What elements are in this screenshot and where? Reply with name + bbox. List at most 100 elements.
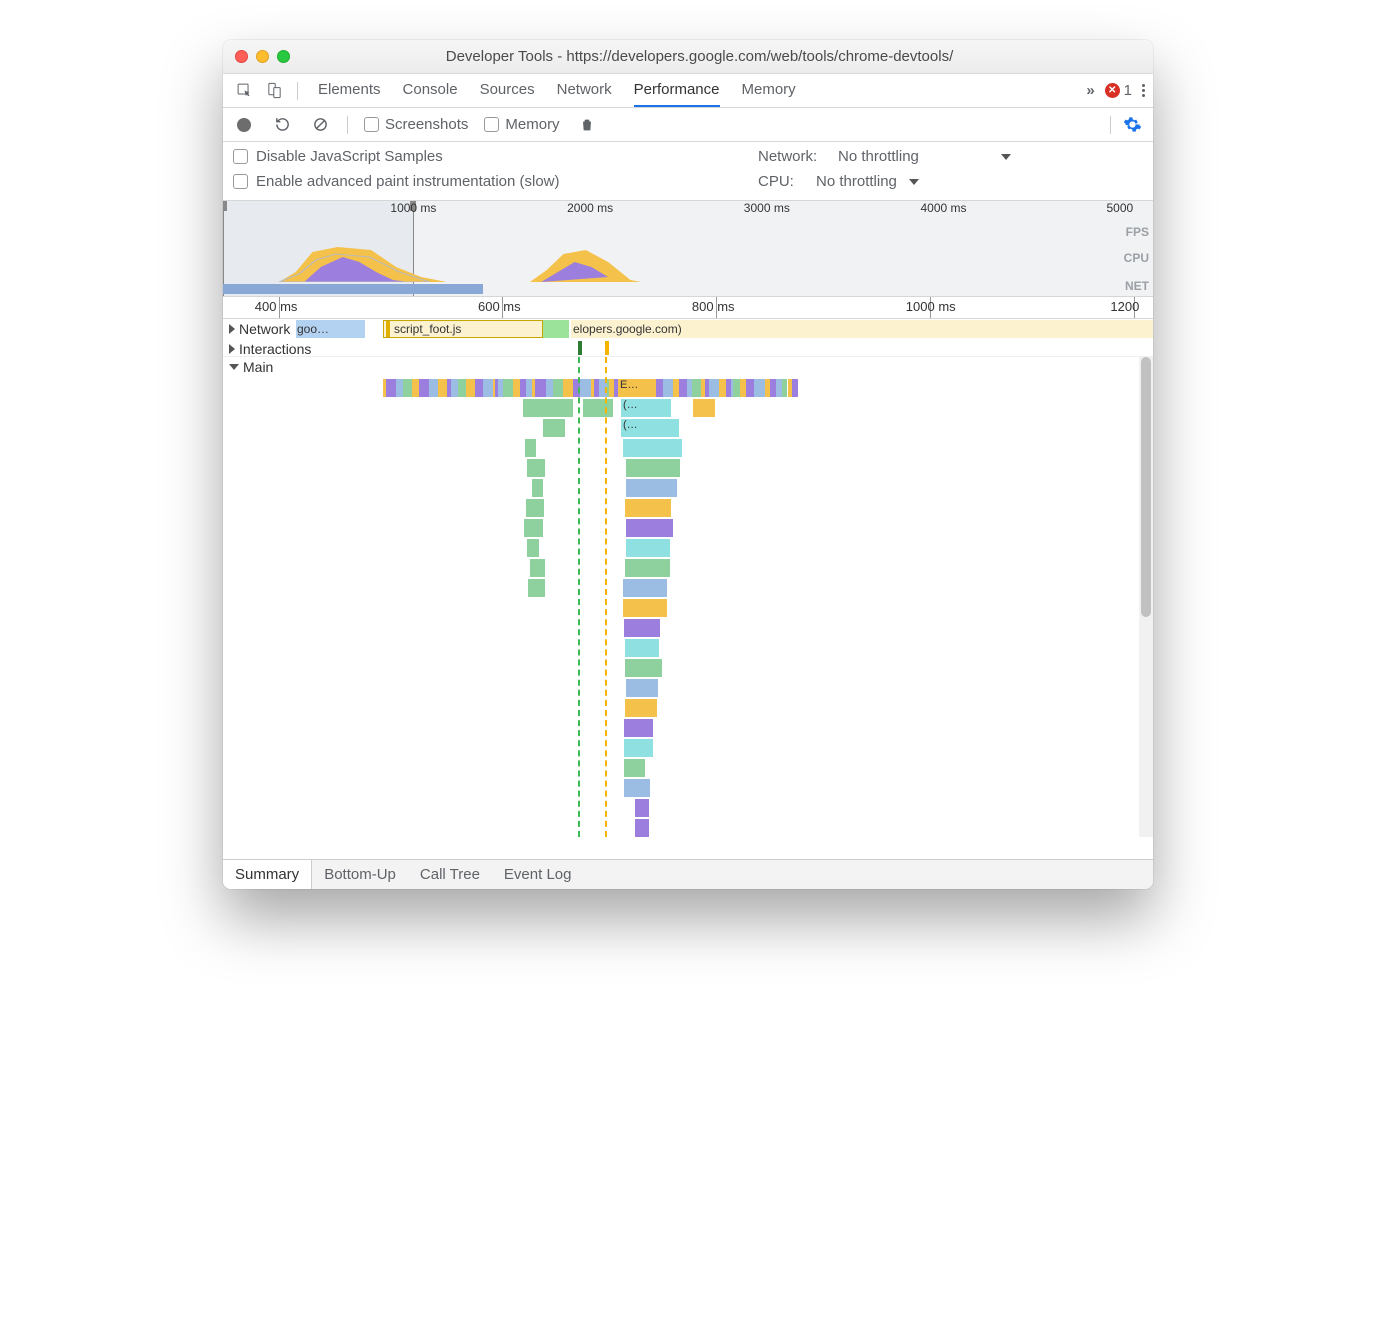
flame-bar[interactable]	[412, 379, 419, 397]
advanced-paint-checkbox[interactable]: Enable advanced paint instrumentation (s…	[233, 173, 678, 190]
detail-time-ruler[interactable]: 400 ms600 ms800 ms1000 ms1200	[223, 297, 1153, 319]
flame-bar[interactable]	[746, 379, 754, 397]
network-throttle-dropdown[interactable]: No throttling	[838, 148, 1011, 165]
overview-timeline[interactable]: 1000 ms2000 ms3000 ms4000 ms5000 FPS CPU…	[223, 201, 1153, 297]
flame-bar[interactable]	[451, 379, 458, 397]
main-menu-icon[interactable]	[1142, 84, 1145, 97]
flame-bar[interactable]	[635, 819, 649, 837]
flame-bar[interactable]	[543, 419, 565, 437]
flame-bar[interactable]	[692, 379, 701, 397]
flame-bar[interactable]	[553, 379, 563, 397]
expand-interactions-icon[interactable]	[229, 344, 235, 354]
gc-button[interactable]	[576, 114, 598, 136]
expand-network-icon[interactable]	[229, 324, 235, 334]
flame-bar[interactable]: (…	[621, 419, 679, 437]
flame-bar[interactable]	[733, 379, 740, 397]
flame-bar[interactable]	[525, 439, 536, 457]
flame-bar[interactable]	[792, 379, 798, 397]
flame-bar[interactable]	[625, 559, 670, 577]
network-track[interactable]: Network goo… script_foot.js elopers.goog…	[223, 319, 1153, 339]
flame-bar[interactable]	[546, 379, 553, 397]
tab-performance[interactable]: Performance	[634, 74, 720, 107]
flame-bar[interactable]	[483, 379, 492, 397]
flame-bar[interactable]	[693, 399, 715, 417]
flame-bar[interactable]	[624, 759, 645, 777]
flame-bar[interactable]: (…	[621, 399, 671, 417]
tab-elements[interactable]: Elements	[318, 74, 381, 107]
flame-bar[interactable]	[503, 379, 513, 397]
close-window-button[interactable]	[235, 50, 248, 63]
flame-bar[interactable]	[535, 379, 545, 397]
flame-bar[interactable]	[625, 499, 671, 517]
tab-memory[interactable]: Memory	[742, 74, 796, 107]
flame-bar[interactable]	[513, 379, 520, 397]
flame-bar[interactable]	[386, 379, 396, 397]
flame-bar[interactable]: E…	[618, 379, 654, 397]
flame-bar[interactable]	[403, 379, 411, 397]
flame-bar[interactable]	[466, 379, 475, 397]
tab-event-log[interactable]: Event Log	[492, 860, 584, 889]
flame-bar[interactable]	[624, 619, 660, 637]
tab-console[interactable]: Console	[403, 74, 458, 107]
inspect-element-icon[interactable]	[231, 78, 257, 104]
flame-bar[interactable]	[626, 459, 680, 477]
flame-bar[interactable]	[458, 379, 466, 397]
flame-bar[interactable]	[624, 779, 650, 797]
flame-bar[interactable]	[527, 539, 539, 557]
flame-bar[interactable]	[635, 799, 649, 817]
flame-bar[interactable]	[523, 399, 573, 417]
error-counter[interactable]: ✕1	[1105, 82, 1132, 99]
network-request-block[interactable]: script_foot.js	[383, 320, 543, 338]
flamechart-panel[interactable]: Network goo… script_foot.js elopers.goog…	[223, 319, 1153, 859]
tab-bottom-up[interactable]: Bottom-Up	[312, 860, 408, 889]
cpu-throttle-dropdown[interactable]: No throttling	[816, 173, 919, 190]
tab-sources[interactable]: Sources	[480, 74, 535, 107]
flame-bar[interactable]	[526, 499, 545, 517]
flame-bar[interactable]	[624, 719, 653, 737]
flame-bar[interactable]	[583, 399, 613, 417]
flame-bar[interactable]	[580, 379, 590, 397]
flame-bar[interactable]	[625, 639, 659, 657]
flame-bar[interactable]	[754, 379, 765, 397]
tab-call-tree[interactable]: Call Tree	[408, 860, 492, 889]
flame-bar[interactable]	[656, 379, 663, 397]
screenshots-checkbox[interactable]: Screenshots	[364, 116, 468, 133]
main-thread-track[interactable]: Main E…(…(…	[223, 357, 1153, 837]
reload-record-button[interactable]	[271, 114, 293, 136]
device-toggle-icon[interactable]	[261, 78, 287, 104]
tab-summary[interactable]: Summary	[223, 860, 312, 889]
flame-bar[interactable]	[528, 579, 544, 597]
flame-bar[interactable]	[679, 379, 687, 397]
disable-js-samples-checkbox[interactable]: Disable JavaScript Samples	[233, 148, 678, 165]
flame-bar[interactable]	[719, 379, 726, 397]
flame-bar[interactable]	[624, 739, 653, 757]
flame-bar[interactable]	[530, 559, 545, 577]
flame-bar[interactable]	[520, 379, 527, 397]
memory-checkbox[interactable]: Memory	[484, 116, 559, 133]
clear-button[interactable]	[309, 114, 331, 136]
flame-bar[interactable]	[709, 379, 719, 397]
flame-bar[interactable]	[429, 379, 438, 397]
overflow-tabs-icon[interactable]: »	[1086, 82, 1094, 99]
zoom-window-button[interactable]	[277, 50, 290, 63]
vertical-scrollbar[interactable]	[1139, 357, 1153, 837]
flame-bar[interactable]	[626, 539, 670, 557]
network-request-block[interactable]: elopers.google.com)	[571, 320, 1153, 338]
record-button[interactable]	[233, 114, 255, 136]
flame-bar[interactable]	[623, 579, 667, 597]
network-request-block[interactable]: goo…	[295, 320, 365, 338]
tab-network[interactable]: Network	[557, 74, 612, 107]
flame-bar[interactable]	[475, 379, 483, 397]
flame-bar[interactable]	[524, 519, 544, 537]
flame-bar[interactable]	[626, 679, 658, 697]
capture-settings-icon[interactable]	[1121, 114, 1143, 136]
minimize-window-button[interactable]	[256, 50, 269, 63]
flame-bar[interactable]	[438, 379, 447, 397]
flame-bar[interactable]	[625, 699, 656, 717]
flame-bar[interactable]	[419, 379, 430, 397]
flame-bar[interactable]	[396, 379, 403, 397]
flame-bar[interactable]	[625, 659, 663, 677]
flame-bar[interactable]	[623, 599, 667, 617]
network-request-block[interactable]	[543, 320, 569, 338]
flame-bar[interactable]	[626, 479, 677, 497]
